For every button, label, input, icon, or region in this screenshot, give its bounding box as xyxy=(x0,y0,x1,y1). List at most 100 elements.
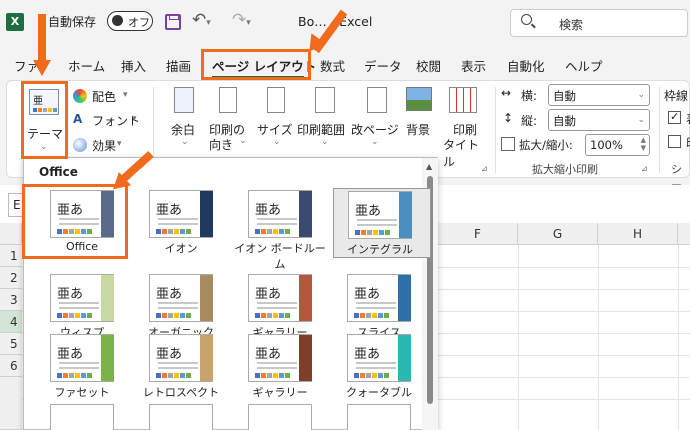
tab-automate[interactable]: 自動化 xyxy=(507,56,545,75)
tab-home[interactable]: ホーム xyxy=(68,56,105,75)
theme-preview[interactable] xyxy=(50,404,114,430)
redo-icon[interactable]: ↷▾ xyxy=(232,10,251,30)
theme-item[interactable]: 亜あ ファセット xyxy=(36,332,130,399)
spinner-arrows-icon[interactable]: ▲ ▼ xyxy=(641,136,646,152)
theme-swatches xyxy=(255,229,290,234)
fonts-button[interactable]: A フォント ▾ xyxy=(73,111,143,131)
autosave-toggle[interactable]: オフ xyxy=(107,11,153,31)
row-header-3[interactable]: 3 xyxy=(0,289,22,311)
theme-preview: 亜あ xyxy=(50,274,114,322)
column-header-f[interactable]: F xyxy=(438,223,518,245)
autosave-label: 自動保存 xyxy=(48,15,97,29)
tab-view[interactable]: 表示 xyxy=(461,56,486,75)
tab-draw[interactable]: 描画 xyxy=(166,56,191,75)
theme-sample-text: 亜あ xyxy=(57,287,84,302)
theme-accent xyxy=(299,275,312,321)
scale-value: 100% xyxy=(590,138,623,152)
theme-item[interactable]: 亜あ インテグラル xyxy=(333,188,431,258)
dialog-launcher-icon[interactable]: ⊿ xyxy=(481,164,488,173)
theme-item[interactable]: 亜あ レトロスペクト xyxy=(135,332,229,399)
theme-item[interactable]: 亜あ ウィスプ xyxy=(36,272,130,339)
row-header[interactable] xyxy=(0,377,22,430)
row-header-5[interactable]: 5 xyxy=(0,333,22,355)
column-header-h[interactable]: H xyxy=(598,223,678,245)
breaks-button[interactable]: 改ページ ⌄ xyxy=(351,85,403,155)
width-select[interactable]: 自動 ⌄ xyxy=(548,84,650,106)
dialog-launcher-icon[interactable]: ⊿ xyxy=(641,164,648,173)
theme-preview[interactable] xyxy=(149,404,213,430)
gridlines-label: 枠線 xyxy=(664,89,689,103)
background-button[interactable]: 背景 xyxy=(404,85,436,155)
theme-swatches xyxy=(156,373,191,378)
group-divider xyxy=(495,87,496,173)
row-header-2[interactable]: 2 xyxy=(0,267,22,289)
column-header-g[interactable]: G xyxy=(518,223,598,245)
theme-text-lines xyxy=(158,362,198,372)
chevron-down-icon: ⌄ xyxy=(273,137,281,147)
colors-label: 配色 xyxy=(92,90,117,104)
gridlines-view-label: 表 xyxy=(686,110,690,127)
colors-button[interactable]: 配色 ▾ xyxy=(73,87,143,107)
tab-insert[interactable]: 挿入 xyxy=(121,56,146,75)
print-titles-button[interactable]: 印刷 タイトル xyxy=(443,85,487,169)
search-input[interactable]: 検索 xyxy=(510,9,688,37)
theme-swatches xyxy=(57,373,92,378)
search-placeholder: 検索 xyxy=(559,18,584,32)
theme-name: ファセット xyxy=(54,386,110,399)
scale-spinner[interactable]: 100% ▲ ▼ xyxy=(585,134,650,156)
theme-sample-text: 亜あ xyxy=(156,203,183,218)
theme-preview: 亜あ xyxy=(50,334,114,382)
select-all-corner[interactable] xyxy=(0,223,22,245)
effects-button[interactable]: 効果 ▾ xyxy=(73,136,143,156)
print-area-button[interactable]: 印刷範囲 ⌄ xyxy=(297,85,355,155)
theme-text-lines xyxy=(59,302,99,312)
margins-button[interactable]: 余白 ⌄ xyxy=(165,85,205,155)
size-button[interactable]: サイズ ⌄ xyxy=(257,85,297,155)
theme-item[interactable]: 亜あ オーガニック xyxy=(135,272,229,339)
theme-accent xyxy=(299,191,312,237)
effects-label: 効果 xyxy=(92,139,117,153)
background-label: 背景 xyxy=(406,123,431,137)
theme-item[interactable]: 亜あ クォータブル xyxy=(333,332,427,399)
effects-icon xyxy=(73,138,87,152)
theme-item[interactable]: 亜あ ギャラリー xyxy=(234,332,328,399)
scroll-up-icon[interactable]: ▲ xyxy=(426,162,432,171)
row-header-6[interactable]: 6 xyxy=(0,355,22,377)
breaks-label: 改ページ xyxy=(351,123,399,137)
theme-swatches xyxy=(354,313,389,318)
undo-icon[interactable]: ↶▾ xyxy=(192,10,211,30)
orientation-button[interactable]: 印刷の 向き ⌄ xyxy=(207,85,251,155)
chevron-down-icon: ⌄ xyxy=(637,115,645,125)
theme-accent xyxy=(398,275,411,321)
theme-swatches xyxy=(156,229,191,234)
theme-swatches xyxy=(255,313,290,318)
chevron-down-icon: ⌄ xyxy=(321,137,329,147)
theme-name: ギャラリー xyxy=(252,386,308,399)
theme-accent xyxy=(399,192,412,238)
theme-item[interactable]: 亜あ スライス xyxy=(333,272,427,339)
tab-formulas[interactable]: 数式 xyxy=(320,56,345,75)
tab-data[interactable]: データ xyxy=(364,56,402,75)
chevron-down-icon: ▾ xyxy=(117,139,122,149)
tab-review[interactable]: 校閲 xyxy=(416,56,441,75)
theme-name: イオン xyxy=(164,242,198,255)
palette-icon xyxy=(73,89,87,103)
column-header[interactable] xyxy=(678,223,690,245)
row-header-4[interactable]: 4 xyxy=(0,311,22,333)
tab-help[interactable]: ヘルプ xyxy=(565,56,603,75)
save-icon[interactable] xyxy=(165,14,181,30)
row-header-1[interactable]: 1 xyxy=(0,245,22,267)
theme-accent xyxy=(200,191,213,237)
theme-item[interactable]: 亜あ ギャラリー xyxy=(234,272,328,339)
gridlines-view-checkbox[interactable] xyxy=(668,110,681,124)
theme-sample-text: 亜あ xyxy=(57,347,84,362)
gridlines-print-checkbox[interactable] xyxy=(668,135,681,148)
chevron-down-icon: ⌄ xyxy=(637,90,645,100)
theme-sample-text: 亜あ xyxy=(255,287,282,302)
theme-sample-text: 亜あ xyxy=(354,287,381,302)
theme-preview[interactable] xyxy=(248,404,312,430)
theme-item[interactable]: 亜あ イオン ボードルーム xyxy=(234,188,328,271)
theme-item[interactable]: 亜あ イオン xyxy=(135,188,229,255)
height-select[interactable]: 自動 ⌄ xyxy=(548,109,650,131)
theme-preview[interactable] xyxy=(347,404,411,430)
